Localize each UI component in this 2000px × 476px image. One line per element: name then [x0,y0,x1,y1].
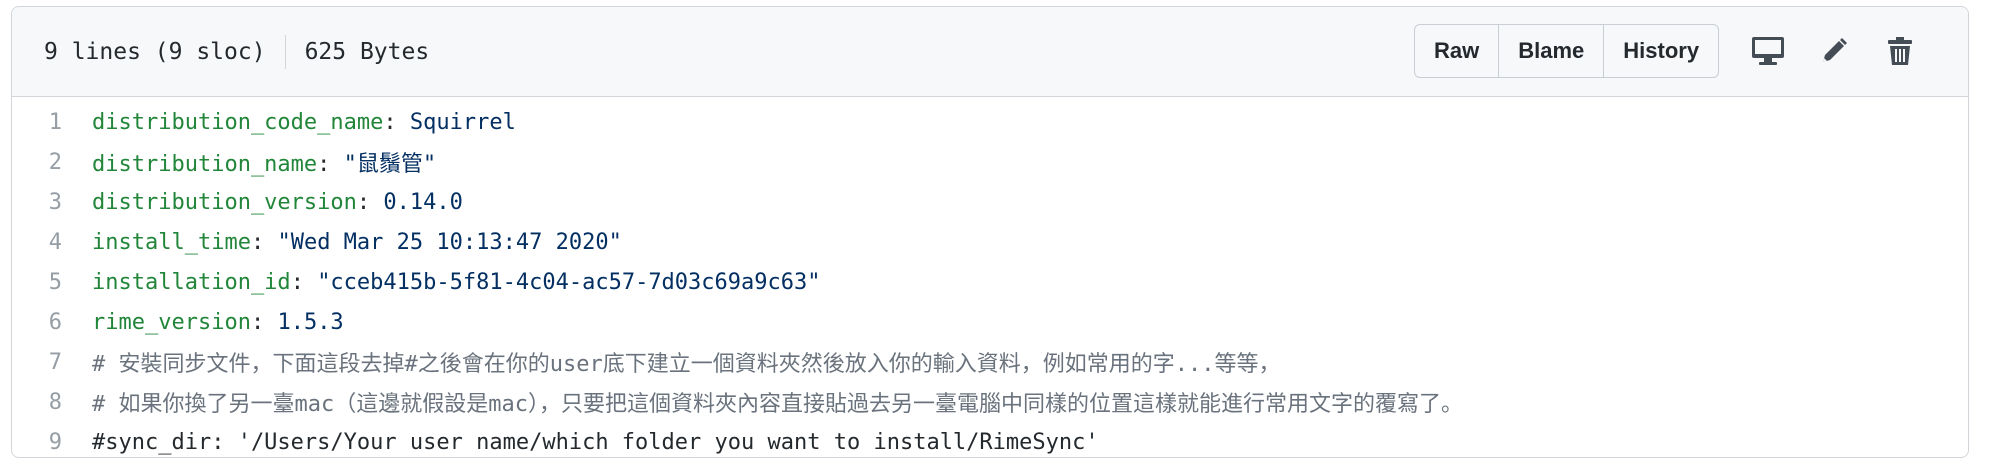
yaml-value: "Wed Mar 25 10:13:47 2020" [277,229,622,255]
yaml-value: Squirrel [409,109,516,135]
commented-code: #sync_dir: '/Users/Your user name/which … [92,429,1099,455]
yaml-value: "cceb415b-5f81-4c04-ac57-7d03c69a9c63" [317,269,821,295]
line-number[interactable]: 1 [12,110,92,135]
yaml-separator: : [250,229,278,255]
blame-button[interactable]: Blame [1499,25,1605,77]
code-line: 2 distribution_name: "鼠鬚管" [12,142,1968,182]
yaml-value: 1.5.3 [277,309,344,335]
view-button-group: Raw Blame History [1414,24,1720,78]
code-line: 3 distribution_version: 0.14.0 [12,182,1968,222]
pencil-icon[interactable] [1817,34,1851,68]
line-number[interactable]: 6 [12,310,92,335]
yaml-separator: : [356,189,384,215]
yaml-value: 0.14.0 [383,189,463,215]
yaml-key: installation_id [92,269,291,295]
yaml-separator: : [250,309,278,335]
code-line: 8 # 如果你換了另一臺mac（這邊就假設是mac），只要把這個資料夾內容直接貼… [12,382,1968,422]
file-actions: Raw Blame History [1414,24,1917,78]
line-content: installation_id: "cceb415b-5f81-4c04-ac5… [92,270,821,295]
yaml-key: install_time [92,229,251,255]
code-view: 1 distribution_code_name: Squirrel 2 dis… [12,97,1968,457]
raw-button[interactable]: Raw [1415,25,1500,77]
code-line: 1 distribution_code_name: Squirrel [12,102,1968,142]
history-button[interactable]: History [1604,25,1718,77]
code-line: 6 rime_version: 1.5.3 [12,302,1968,342]
line-number[interactable]: 9 [12,430,92,455]
code-line: 7 # 安裝同步文件，下面這段去掉#之後會在你的user底下建立一個資料夾然後放… [12,342,1968,382]
yaml-separator: : [317,152,344,177]
yaml-key: distribution_code_name [92,109,384,135]
line-number[interactable]: 8 [12,390,92,415]
desktop-icon[interactable] [1751,34,1785,68]
line-content: distribution_name: "鼠鬚管" [92,146,436,178]
yaml-key: distribution_version [92,189,357,215]
file-header: 9 lines (9 sloc) 625 Bytes Raw Blame His… [12,7,1968,97]
code-line: 5 installation_id: "cceb415b-5f81-4c04-a… [12,262,1968,302]
yaml-value: "鼠鬚管" [343,152,437,177]
yaml-separator: : [383,109,410,135]
line-number[interactable]: 4 [12,230,92,255]
yaml-key: distribution_name [92,152,318,177]
file-viewer: 9 lines (9 sloc) 625 Bytes Raw Blame His… [11,6,1969,458]
line-content: rime_version: 1.5.3 [92,310,344,335]
line-content: install_time: "Wed Mar 25 10:13:47 2020" [92,230,622,255]
line-count: 9 lines (9 sloc) [44,39,266,65]
yaml-key: rime_version [92,309,251,335]
line-content: distribution_code_name: Squirrel [92,110,516,135]
line-number[interactable]: 3 [12,190,92,215]
trash-icon[interactable] [1883,34,1917,68]
yaml-comment: # 如果你換了另一臺mac（這邊就假設是mac），只要把這個資料夾內容直接貼過去… [92,392,1463,417]
line-number[interactable]: 5 [12,270,92,295]
code-line: 9 #sync_dir: '/Users/Your user name/whic… [12,422,1968,457]
code-line: 4 install_time: "Wed Mar 25 10:13:47 202… [12,222,1968,262]
file-size: 625 Bytes [304,39,430,65]
yaml-comment: # 安裝同步文件，下面這段去掉#之後會在你的user底下建立一個資料夾然後放入你… [92,352,1281,377]
line-number[interactable]: 2 [12,150,92,175]
info-divider [284,35,286,69]
yaml-separator: : [290,269,318,295]
file-info: 9 lines (9 sloc) 625 Bytes [44,7,429,97]
line-number[interactable]: 7 [12,350,92,375]
line-content: distribution_version: 0.14.0 [92,190,463,215]
